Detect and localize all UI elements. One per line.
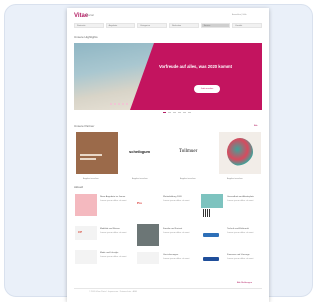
webpage-preview: Vitae Portal Anmelden | Hilfe Startseite…	[67, 8, 269, 302]
slide-indicator[interactable]	[163, 112, 166, 113]
nav-item-contact[interactable]: Kontakt	[232, 23, 263, 28]
nav-item-service[interactable]: Service	[200, 23, 231, 28]
news-thumbnail[interactable]	[201, 194, 223, 208]
news-headline[interactable]: Familie und Freizeit	[163, 228, 182, 230]
nav-item-categories[interactable]: Kategorien	[137, 23, 168, 28]
news-thumbnail[interactable]: Pro	[137, 198, 157, 210]
news-headline[interactable]: Technik und Elektronik	[227, 228, 249, 230]
partner-tile-1[interactable]	[76, 132, 118, 174]
site-logo-subtitle: Portal	[86, 13, 94, 17]
nav-item-offers[interactable]: Angebote	[105, 23, 136, 28]
news-thumbnail[interactable]	[201, 254, 223, 264]
slide-indicator[interactable]	[168, 112, 171, 113]
banner-headline: Vorfreude auf alles, was 2020 kommt	[159, 64, 233, 69]
news-more-link[interactable]: Alle Meldungen	[237, 282, 252, 284]
partner-tile-3[interactable]: Tollmuer	[173, 132, 215, 174]
partner-caption[interactable]: Angebot ansehen	[132, 178, 148, 180]
partner-tile-2[interactable]: scheibgum	[125, 132, 167, 174]
news-title: Aktuell	[74, 185, 84, 189]
news-thumbnail[interactable]: CP	[75, 226, 97, 240]
slider-pagination[interactable]	[163, 112, 191, 113]
hero-banner[interactable]: Vorfreude auf alles, was 2020 kommt Jetz…	[74, 43, 262, 110]
partner-caption[interactable]: Angebot ansehen	[227, 178, 243, 180]
news-thumbnail[interactable]	[137, 252, 159, 264]
banner-dots	[110, 103, 128, 105]
qr-code-icon	[203, 209, 211, 217]
nav-item-start[interactable]: Startseite	[74, 23, 104, 28]
news-thumbnail[interactable]	[75, 194, 97, 216]
news-headline[interactable]: Mode und Lifestyle	[100, 252, 118, 254]
footer-divider	[74, 288, 262, 289]
partner-caption[interactable]: Angebot ansehen	[83, 178, 99, 180]
highlights-title: Unsere Highlights	[74, 35, 98, 39]
news-text: Lorem ipsum dolor sit amet	[163, 232, 190, 234]
news-text: Lorem ipsum dolor sit amet	[100, 200, 127, 202]
news-headline[interactable]: Weiterbildung 2020	[163, 196, 182, 198]
news-text: Lorem ipsum dolor sit amet	[163, 200, 190, 202]
news-headline[interactable]: Versicherungen	[163, 254, 178, 256]
partner-caption[interactable]: Angebot ansehen	[180, 178, 196, 180]
news-thumbnail[interactable]	[137, 224, 159, 246]
slide-indicator[interactable]	[183, 112, 186, 113]
banner-cta-button[interactable]: Jetzt ansehen	[194, 85, 220, 93]
beach-image	[74, 43, 154, 110]
news-thumbnail[interactable]	[75, 250, 97, 264]
news-headline[interactable]: Finanzen und Vorsorge	[227, 254, 250, 256]
news-text: Lorem ipsum dolor sit amet	[163, 258, 190, 260]
news-thumbnail[interactable]	[201, 230, 223, 240]
partner-logo-scheibgum: scheibgum	[129, 149, 151, 154]
slide-indicator[interactable]	[188, 112, 191, 113]
news-text: Lorem ipsum dolor sit amet	[227, 258, 254, 260]
nav-item-news[interactable]: Neuheiten	[169, 23, 199, 28]
slide-indicator[interactable]	[178, 112, 181, 113]
news-text: Lorem ipsum dolor sit amet	[100, 232, 127, 234]
news-headline[interactable]: Neue Angebote im Januar	[100, 196, 125, 198]
top-links[interactable]: Anmelden | Hilfe	[232, 14, 247, 16]
news-text: Lorem ipsum dolor sit amet	[227, 232, 254, 234]
footer-text[interactable]: © 2020 Vitae Portal · Impressum · Datens…	[89, 291, 137, 293]
partners-more-link[interactable]: Alle	[254, 125, 258, 127]
news-headline[interactable]: Mobilität und Reisen	[100, 228, 120, 230]
news-text: Lorem ipsum dolor sit amet	[100, 256, 127, 258]
partner-logo-tollmuer: Tollmuer	[179, 149, 198, 154]
news-headline[interactable]: Gesundheit am Arbeitsplatz	[227, 196, 254, 198]
slide-indicator[interactable]	[173, 112, 176, 113]
screenshot-card: Vitae Portal Anmelden | Hilfe Startseite…	[4, 4, 313, 302]
partner-tile-4[interactable]	[219, 132, 261, 174]
news-text: Lorem ipsum dolor sit amet	[227, 200, 254, 202]
partners-title: Unsere Partner	[74, 124, 95, 128]
main-nav: Startseite Angebote Kategorien Neuheiten…	[74, 23, 263, 28]
